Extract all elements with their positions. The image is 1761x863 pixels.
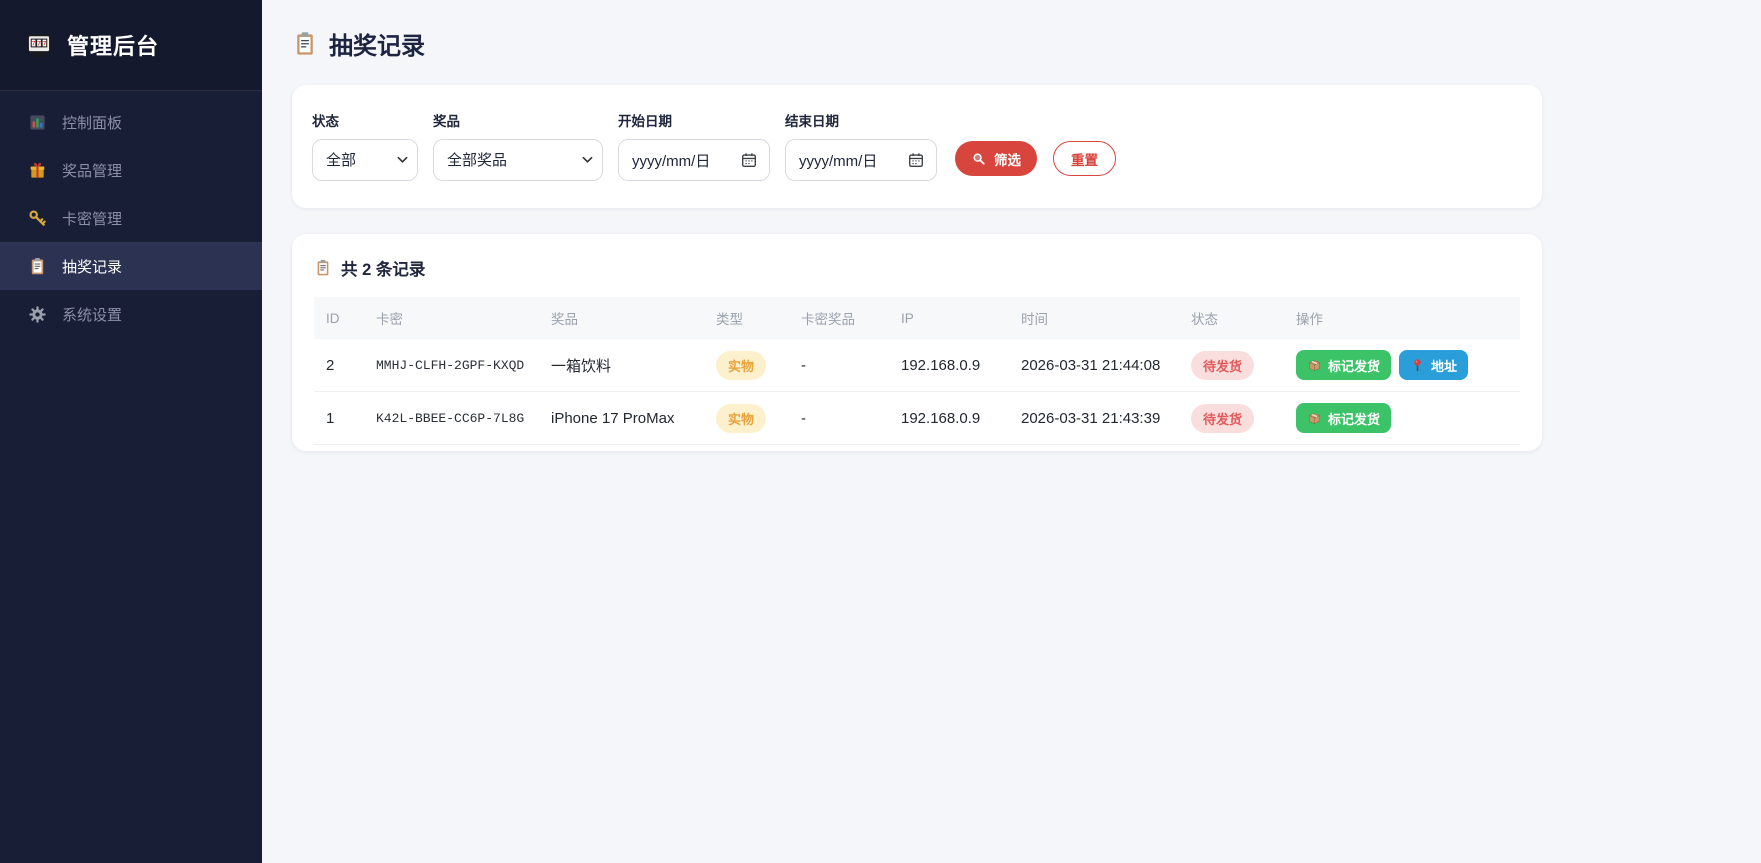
sidebar-item-records[interactable]: 抽奖记录 — [0, 242, 262, 290]
sidebar-item-label: 控制面板 — [62, 112, 122, 133]
sidebar-item-label: 奖品管理 — [62, 160, 122, 181]
column-header: 奖品 — [539, 297, 704, 339]
column-header: 状态 — [1179, 297, 1284, 339]
end-date-input[interactable]: yyyy/mm/日 — [785, 139, 937, 181]
sidebar-item-settings[interactable]: 系统设置 — [0, 290, 262, 338]
status-badge: 待发货 — [1191, 404, 1254, 433]
app-title: 管理后台 — [67, 29, 159, 61]
column-header: ID — [314, 297, 364, 339]
cell-card-prize: - — [789, 339, 889, 392]
status-badge: 待发货 — [1191, 351, 1254, 380]
search-icon — [971, 151, 987, 167]
sidebar-nav: 控制面板奖品管理卡密管理抽奖记录系统设置 — [0, 91, 262, 338]
column-header: 类型 — [704, 297, 789, 339]
type-badge: 实物 — [716, 351, 766, 380]
status-filter-group: 状态 全部 — [312, 110, 418, 181]
start-date-group: 开始日期 yyyy/mm/日 — [618, 110, 770, 181]
mark-shipped-button[interactable]: 标记发货 — [1296, 403, 1391, 433]
sidebar-item-label: 抽奖记录 — [62, 256, 122, 277]
cell-actions: 标记发货 — [1284, 392, 1520, 445]
prize-filter-select[interactable]: 全部奖品 — [433, 139, 603, 181]
sidebar: 7 7 7 管理后台 控制面板奖品管理卡密管理抽奖记录系统设置 — [0, 0, 262, 863]
type-badge: 实物 — [716, 404, 766, 433]
cell-prize: 一箱饮料 — [539, 339, 704, 392]
address-button[interactable]: 地址 — [1399, 350, 1468, 380]
sidebar-item-card-keys[interactable]: 卡密管理 — [0, 194, 262, 242]
column-header: IP — [889, 297, 1009, 339]
prize-filter-group: 奖品 全部奖品 — [433, 110, 603, 181]
svg-text:7: 7 — [32, 40, 36, 47]
page-title-text: 抽奖记录 — [329, 26, 425, 61]
column-header: 卡密 — [364, 297, 539, 339]
cell-status: 待发货 — [1179, 392, 1284, 445]
package-icon — [1307, 411, 1322, 426]
cell-ip: 192.168.0.9 — [889, 392, 1009, 445]
reset-button[interactable]: 重置 — [1053, 141, 1116, 176]
sidebar-item-dashboard[interactable]: 控制面板 — [0, 98, 262, 146]
column-header: 时间 — [1009, 297, 1179, 339]
pin-icon — [1410, 358, 1425, 373]
cell-type: 实物 — [704, 339, 789, 392]
records-count-text: 共 2 条记录 — [341, 256, 425, 280]
end-date-label: 结束日期 — [785, 110, 937, 130]
table-header-row: ID卡密奖品类型卡密奖品IP时间状态操作 — [314, 297, 1520, 339]
cell-card-key: MMHJ-CLFH-2GPF-KXQD — [364, 339, 539, 392]
status-filter-select[interactable]: 全部 — [312, 139, 418, 181]
gift-icon — [28, 161, 47, 180]
page-title: 抽奖记录 — [292, 26, 1761, 61]
mark-shipped-button[interactable]: 标记发货 — [1296, 350, 1391, 380]
cell-card-prize: - — [789, 392, 889, 445]
column-header: 卡密奖品 — [789, 297, 889, 339]
records-table: ID卡密奖品类型卡密奖品IP时间状态操作 2MMHJ-CLFH-2GPF-KXQ… — [314, 297, 1520, 445]
end-date-placeholder: yyyy/mm/日 — [799, 150, 877, 171]
records-count-title: 共 2 条记录 — [314, 256, 1520, 280]
key-icon — [28, 209, 47, 228]
cell-id: 2 — [314, 339, 364, 392]
prize-filter-label: 奖品 — [433, 110, 603, 130]
table-row: 1K42L-BBEE-CC6P-7L8GiPhone 17 ProMax 实物-1… — [314, 392, 1520, 445]
end-date-group: 结束日期 yyyy/mm/日 — [785, 110, 937, 181]
calendar-icon[interactable] — [740, 151, 758, 169]
sidebar-item-label: 卡密管理 — [62, 208, 122, 229]
cell-time: 2026-03-31 21:43:39 — [1009, 392, 1179, 445]
svg-text:7: 7 — [43, 40, 47, 47]
sidebar-item-label: 系统设置 — [62, 304, 122, 325]
cell-prize: iPhone 17 ProMax — [539, 392, 704, 445]
cell-type: 实物 — [704, 392, 789, 445]
records-card: 共 2 条记录 ID卡密奖品类型卡密奖品IP时间状态操作 2MMHJ-CLFH-… — [292, 234, 1542, 451]
column-header: 操作 — [1284, 297, 1520, 339]
start-date-input[interactable]: yyyy/mm/日 — [618, 139, 770, 181]
clipboard-icon — [292, 31, 318, 57]
cell-id: 1 — [314, 392, 364, 445]
sidebar-header: 7 7 7 管理后台 — [0, 0, 262, 91]
filter-button[interactable]: 筛选 — [955, 141, 1037, 176]
status-filter-label: 状态 — [312, 110, 418, 130]
calendar-icon[interactable] — [907, 151, 925, 169]
filter-card: 状态 全部 奖品 全部奖品 开始日期 yyyy/mm/日 — [292, 85, 1542, 208]
main-content: 抽奖记录 状态 全部 奖品 全部奖品 开始日期 yyyy/mm/日 — [262, 0, 1761, 863]
cell-actions: 标记发货地址 — [1284, 339, 1520, 392]
sidebar-item-prizes[interactable]: 奖品管理 — [0, 146, 262, 194]
cell-ip: 192.168.0.9 — [889, 339, 1009, 392]
svg-text:7: 7 — [37, 40, 41, 47]
cell-status: 待发货 — [1179, 339, 1284, 392]
cell-time: 2026-03-31 21:44:08 — [1009, 339, 1179, 392]
gear-icon — [28, 305, 47, 324]
filter-actions: 筛选 重置 — [955, 141, 1116, 181]
start-date-placeholder: yyyy/mm/日 — [632, 150, 710, 171]
table-row: 2MMHJ-CLFH-2GPF-KXQD一箱饮料实物-192.168.0.920… — [314, 339, 1520, 392]
start-date-label: 开始日期 — [618, 110, 770, 130]
admin-app: 7 7 7 管理后台 控制面板奖品管理卡密管理抽奖记录系统设置 抽奖记录 状态 … — [0, 0, 1761, 863]
cell-card-key: K42L-BBEE-CC6P-7L8G — [364, 392, 539, 445]
bar-chart-icon — [28, 113, 47, 132]
clipboard-icon — [28, 257, 47, 276]
slot-machine-icon: 7 7 7 — [24, 30, 54, 60]
package-icon — [1307, 358, 1322, 373]
clipboard-icon — [314, 259, 332, 277]
